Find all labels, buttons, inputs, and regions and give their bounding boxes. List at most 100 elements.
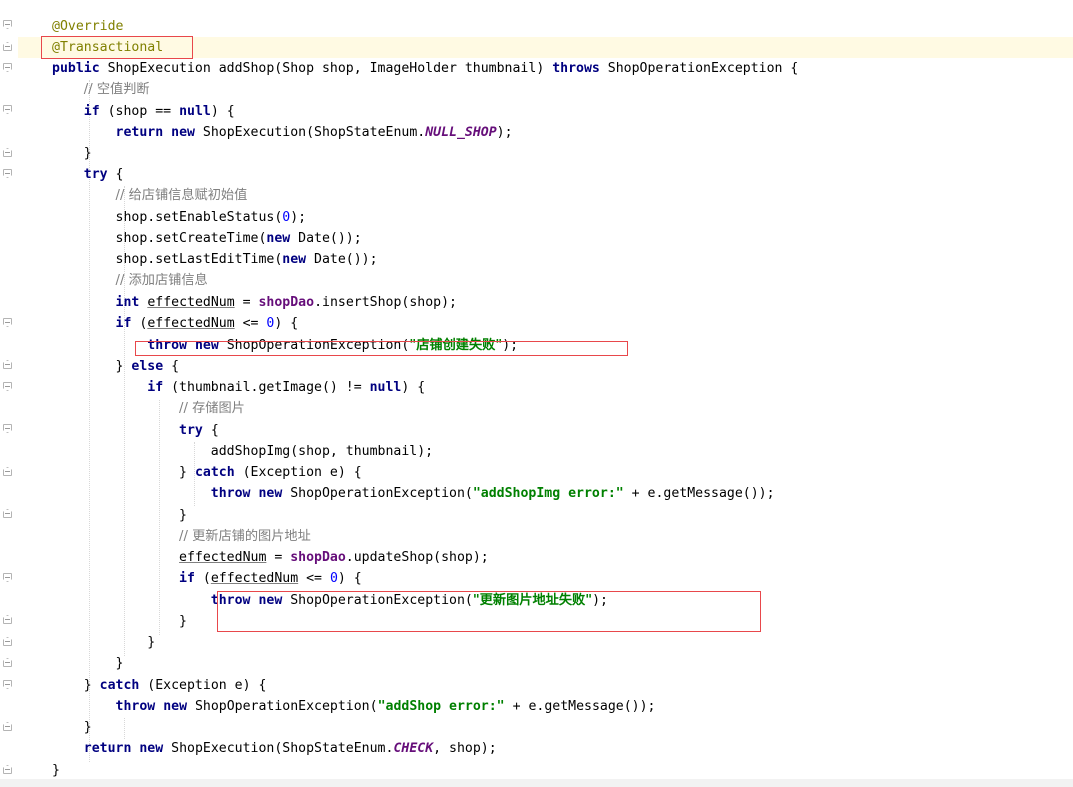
- fold-marker-icon[interactable]: [3, 573, 12, 582]
- code-line[interactable]: } catch (Exception e) {: [52, 675, 267, 696]
- keyword: try: [83, 167, 108, 182]
- fold-marker-icon[interactable]: [3, 169, 12, 178]
- code-line[interactable]: }: [52, 505, 187, 526]
- code-line[interactable]: }: [52, 143, 92, 164]
- keyword: int: [115, 295, 140, 310]
- keyword: new: [266, 231, 291, 246]
- keyword: public: [52, 61, 100, 76]
- highlight-box-update-fail: [217, 591, 761, 632]
- code-text: );: [496, 125, 513, 140]
- code-text: }: [179, 465, 195, 480]
- code-line[interactable]: if (effectedNum <= 0) {: [52, 568, 362, 589]
- code-text: =: [266, 550, 291, 565]
- keyword: return: [115, 125, 164, 140]
- highlight-box-transactional: [41, 36, 193, 59]
- fold-marker-icon[interactable]: [3, 680, 12, 689]
- keyword: new: [282, 252, 307, 267]
- code-line[interactable]: // 更新店铺的图片地址: [52, 526, 311, 547]
- keyword: new: [258, 486, 283, 501]
- code-line[interactable]: } else {: [52, 356, 180, 377]
- code-text: }: [115, 656, 124, 671]
- comment: // 添加店铺信息: [115, 273, 208, 288]
- code-line[interactable]: // 添加店铺信息: [52, 270, 208, 291]
- code-line[interactable]: // 给店铺信息赋初始值: [52, 185, 248, 206]
- code-line[interactable]: shop.setLastEditTime(new Date());: [52, 249, 378, 270]
- fold-marker-icon[interactable]: [3, 42, 12, 51]
- code-line[interactable]: }: [52, 760, 60, 781]
- comment: // 给店铺信息赋初始值: [115, 188, 248, 203]
- code-text: ) {: [401, 380, 426, 395]
- code-line[interactable]: return new ShopExecution(ShopStateEnum.N…: [52, 122, 513, 143]
- code-line[interactable]: shop.setEnableStatus(0);: [52, 207, 307, 228]
- code-line[interactable]: throw new ShopOperationException("addSho…: [52, 696, 656, 717]
- code-text: shop.setCreateTime(: [115, 231, 267, 246]
- code-line[interactable]: }: [52, 653, 124, 674]
- code-line[interactable]: }: [52, 717, 92, 738]
- keyword: null: [369, 380, 402, 395]
- code-line[interactable]: if (thumbnail.getImage() != null) {: [52, 377, 425, 398]
- code-text: (Exception e) {: [234, 465, 362, 480]
- fold-marker-icon[interactable]: [3, 658, 12, 667]
- code-text: <=: [234, 316, 267, 331]
- code-text: }: [83, 720, 92, 735]
- code-text: shop.setLastEditTime(: [115, 252, 283, 267]
- code-text: + e.getMessage());: [504, 699, 656, 714]
- code-line[interactable]: }: [52, 611, 187, 632]
- editor-gutter: [0, 0, 18, 787]
- code-line[interactable]: addShopImg(shop, thumbnail);: [52, 441, 433, 462]
- code-line[interactable]: } catch (Exception e) {: [52, 462, 362, 483]
- horizontal-scrollbar[interactable]: [0, 779, 1073, 787]
- code-line[interactable]: return new ShopExecution(ShopStateEnum.C…: [52, 738, 497, 759]
- code-text: .insertShop(shop);: [314, 295, 457, 310]
- indent-guide: [124, 718, 126, 739]
- keyword: if: [83, 104, 100, 119]
- fold-marker-icon[interactable]: [3, 382, 12, 391]
- code-line[interactable]: throw new ShopOperationException("addSho…: [52, 483, 775, 504]
- code-text: }: [83, 678, 100, 693]
- code-line[interactable]: @Override: [52, 16, 123, 37]
- code-line[interactable]: shop.setCreateTime(new Date());: [52, 228, 362, 249]
- code-line[interactable]: int effectedNum = shopDao.insertShop(sho…: [52, 292, 457, 313]
- code-text: ShopOperationException(: [187, 699, 378, 714]
- fold-marker-icon[interactable]: [3, 509, 12, 518]
- keyword: if: [179, 571, 195, 586]
- code-line[interactable]: }: [52, 632, 155, 653]
- code-text: ShopExecution(ShopStateEnum.: [163, 741, 394, 756]
- code-line[interactable]: if (effectedNum <= 0) {: [52, 313, 299, 334]
- fold-marker-icon[interactable]: [3, 722, 12, 731]
- code-text: }: [179, 614, 187, 629]
- fold-marker-icon[interactable]: [3, 615, 12, 624]
- keyword: catch: [194, 465, 235, 480]
- code-text: (: [194, 571, 211, 586]
- fold-marker-icon[interactable]: [3, 20, 12, 29]
- fold-marker-icon[interactable]: [3, 360, 12, 369]
- code-line[interactable]: effectedNum = shopDao.updateShop(shop);: [52, 547, 489, 568]
- code-text: .updateShop(shop);: [345, 550, 489, 565]
- code-line[interactable]: try {: [52, 164, 124, 185]
- code-line[interactable]: // 存储图片: [52, 398, 245, 419]
- code-text: );: [290, 210, 307, 225]
- fold-marker-icon[interactable]: [3, 63, 12, 72]
- field: shopDao: [290, 550, 346, 565]
- code-line[interactable]: public ShopExecution addShop(Shop shop, …: [52, 58, 798, 79]
- fold-marker-icon[interactable]: [3, 105, 12, 114]
- code-line[interactable]: try {: [52, 420, 219, 441]
- keyword: new: [163, 699, 188, 714]
- fold-marker-icon[interactable]: [3, 424, 12, 433]
- fold-marker-icon[interactable]: [3, 637, 12, 646]
- code-text: ) {: [337, 571, 362, 586]
- fold-marker-icon[interactable]: [3, 765, 12, 774]
- code-editor[interactable]: @Override @Transactional public ShopExec…: [0, 0, 1073, 787]
- code-text: ShopOperationException(: [282, 486, 473, 501]
- keyword: catch: [99, 678, 140, 693]
- keyword: else: [131, 359, 164, 374]
- code-text: shop.setEnableStatus(: [115, 210, 283, 225]
- code-line[interactable]: if (shop == null) {: [52, 101, 235, 122]
- fold-marker-icon[interactable]: [3, 148, 12, 157]
- highlight-box-create-fail: [135, 341, 628, 356]
- variable: effectedNum: [210, 571, 299, 586]
- code-text: }: [147, 635, 156, 650]
- fold-marker-icon[interactable]: [3, 318, 12, 327]
- code-line[interactable]: // 空值判断: [52, 79, 150, 100]
- fold-marker-icon[interactable]: [3, 467, 12, 476]
